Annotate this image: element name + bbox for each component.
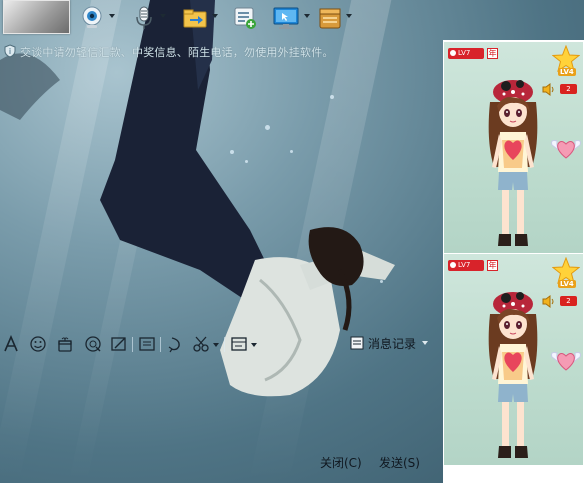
send-button[interactable]: 发送(S) <box>379 454 420 471</box>
history-label: 消息记录 <box>368 337 417 351</box>
shield-icon: i <box>4 44 16 58</box>
count-badge: 2 <box>560 296 577 306</box>
top-toolbar <box>0 0 440 40</box>
heart-wing-icon[interactable] <box>550 347 582 373</box>
level-tag: LV7 <box>448 260 484 271</box>
chevron-down-icon[interactable] <box>213 343 219 347</box>
separator <box>160 337 161 352</box>
screenshot-icon[interactable] <box>192 335 210 353</box>
year-mark: 年 <box>487 48 498 59</box>
microphone-icon[interactable] <box>131 5 161 31</box>
separator <box>224 337 225 352</box>
count-badge: 2 <box>560 84 577 94</box>
my-show[interactable]: LV7 年 LV4 2 <box>444 254 583 465</box>
font-icon[interactable] <box>2 335 20 353</box>
history-icon <box>350 336 364 350</box>
chevron-down-icon[interactable] <box>304 14 310 18</box>
chevron-down-icon[interactable] <box>109 14 115 18</box>
webcam-icon[interactable] <box>79 5 109 31</box>
contact-show[interactable]: LV7 年 LV4 2 <box>444 42 583 253</box>
monitor-icon[interactable] <box>272 5 302 31</box>
box-icon[interactable] <box>317 5 347 31</box>
star-level: LV4 <box>558 280 576 288</box>
heart-wing-icon[interactable] <box>550 135 582 161</box>
level-tag: LV7 <box>448 48 484 59</box>
show-panel: LV7 年 LV4 2 LV7 年 LV4 2 <box>443 40 584 483</box>
chevron-down-icon[interactable] <box>251 343 257 347</box>
chevron-down-icon[interactable] <box>160 14 166 18</box>
chevron-down-icon[interactable] <box>422 341 428 345</box>
list-add-icon[interactable] <box>232 5 262 31</box>
smiley-icon[interactable] <box>29 335 47 353</box>
close-button[interactable]: 关闭(C) <box>320 454 362 471</box>
security-notice: i 交谈中请勿轻信汇款、中奖信息、陌生电话，勿使用外挂软件。 <box>3 44 443 60</box>
chevron-down-icon[interactable] <box>346 14 352 18</box>
chevron-down-icon[interactable] <box>212 14 218 18</box>
star-level: LV4 <box>558 68 576 76</box>
folder-arrow-icon[interactable] <box>182 5 212 31</box>
photo-icon[interactable] <box>138 335 156 353</box>
magic-icon[interactable] <box>84 335 102 353</box>
avatar-doll <box>488 80 538 246</box>
shake-icon[interactable] <box>166 335 184 353</box>
separator <box>132 337 133 352</box>
notice-text: 交谈中请勿轻信汇款、中奖信息、陌生电话，勿使用外挂软件。 <box>20 46 334 59</box>
screen-draw-icon[interactable] <box>110 335 128 353</box>
avatar-doll <box>488 292 538 458</box>
year-mark: 年 <box>487 260 498 271</box>
more-icon[interactable] <box>230 335 248 353</box>
contact-avatar[interactable] <box>3 0 70 34</box>
svg-text:i: i <box>9 47 11 56</box>
gift-icon[interactable] <box>56 335 74 353</box>
